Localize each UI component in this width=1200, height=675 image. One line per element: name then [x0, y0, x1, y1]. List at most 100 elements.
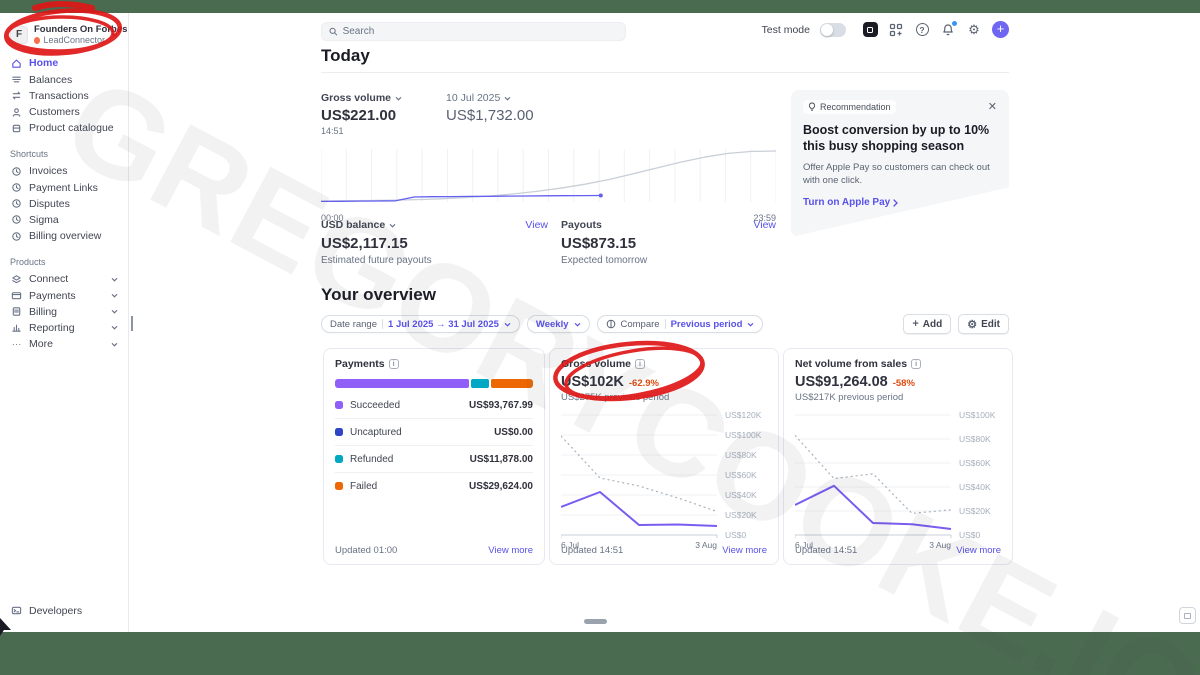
sidebar-item-label: Developers [29, 604, 83, 617]
view-more-link[interactable]: View more [722, 545, 767, 556]
gross-volume-card: Gross volume i US$102K -62.9% US$275K pr… [549, 348, 779, 565]
row-value: US$93,767.99 [469, 399, 533, 411]
status-dot [335, 482, 343, 490]
gross-volume-label-row[interactable]: Gross volume [321, 92, 402, 104]
svg-text:US$20K: US$20K [725, 510, 757, 520]
usd-balance-value: US$2,117.15 [321, 235, 408, 252]
customers-icon [10, 106, 22, 118]
command-palette-icon[interactable] [862, 22, 878, 38]
sidebar-item-payment-links[interactable]: Payment Links [8, 180, 120, 196]
gross-volume-weekly-chart: US$120K US$100K US$80K US$60K US$40K US$20K US… [561, 410, 762, 550]
help-icon[interactable]: ? [914, 22, 930, 38]
row-value: US$29,624.00 [469, 480, 533, 492]
sidebar-item-reporting[interactable]: Reporting [8, 320, 120, 336]
sidebar-item-more[interactable]: More [8, 336, 120, 352]
info-icon[interactable]: i [911, 359, 922, 369]
test-mode-toggle[interactable] [820, 22, 846, 37]
billing-icon [10, 306, 22, 318]
svg-text:US$120K: US$120K [725, 410, 762, 420]
sidebar-item-billing[interactable]: Billing [8, 304, 120, 320]
sidebar-item-transactions[interactable]: Transactions [8, 88, 120, 104]
sidebar-item-payments[interactable]: Payments [8, 287, 120, 303]
row-value: US$11,878.00 [469, 453, 533, 465]
sidebar-item-label: Disputes [29, 197, 70, 210]
notifications-bell-icon[interactable] [940, 20, 957, 38]
shortcuts-section-label: Shortcuts [10, 149, 49, 160]
create-plus-button[interactable]: + [992, 21, 1009, 38]
chevron-down-icon [111, 342, 118, 347]
payments-row-succeeded[interactable]: Succeeded US$93,767.99 [335, 392, 533, 419]
svg-text:US$20K: US$20K [959, 506, 991, 516]
sidebar-item-label: Connect [29, 273, 69, 286]
sidebar-item-label: Home [29, 57, 59, 70]
chevron-down-icon [111, 326, 118, 331]
today-heading: Today [321, 46, 370, 65]
home-icon [10, 57, 22, 69]
view-more-link[interactable]: View more [488, 545, 533, 556]
horizontal-scrollbar-thumb[interactable] [584, 619, 607, 624]
account-name: Founders On Forbes [34, 24, 128, 35]
clock-icon [10, 198, 22, 210]
sidebar-item-label: Billing overview [29, 230, 102, 243]
row-label: Uncaptured [350, 426, 402, 438]
sidebar-item-customers[interactable]: Customers [8, 104, 120, 120]
row-label: Refunded [350, 453, 394, 465]
date-range-value: 1 Jul 2025 → 31 Jul 2025 [388, 318, 499, 330]
svg-text:US$60K: US$60K [959, 458, 991, 468]
clock-icon [10, 182, 22, 194]
edit-button[interactable]: ⚙ Edit [958, 314, 1009, 334]
sidebar-item-connect[interactable]: Connect [8, 271, 120, 287]
sidebar-item-balances[interactable]: Balances [8, 72, 120, 88]
today-metrics: Gross volume US$221.00 14:51 10 Jul 2025… [321, 92, 534, 136]
gross-volume-card-title: Gross volume [561, 358, 632, 370]
sidebar-item-sigma[interactable]: Sigma [8, 212, 120, 228]
info-icon[interactable]: i [635, 359, 646, 369]
close-icon[interactable]: ✕ [988, 101, 997, 113]
search-input[interactable] [342, 26, 618, 37]
sidebar-item-developers[interactable]: Developers [8, 603, 120, 619]
recommendation-body: Offer Apple Pay so customers can check o… [803, 161, 990, 186]
status-dot [335, 428, 343, 436]
granularity-filter[interactable]: Weekly [526, 315, 590, 333]
sidebar-item-billing-overview[interactable]: Billing overview [8, 228, 120, 244]
svg-text:US$80K: US$80K [725, 450, 757, 460]
gross-volume-value: US$221.00 [321, 107, 397, 124]
global-search[interactable] [321, 22, 626, 41]
sidebar-item-disputes[interactable]: Disputes [8, 196, 120, 212]
chevron-down-icon[interactable] [389, 222, 396, 229]
svg-text:US$80K: US$80K [959, 434, 991, 444]
account-switcher[interactable]: F Founders On Forbes LeadConnector [8, 22, 128, 55]
payouts-view-link[interactable]: View [753, 219, 776, 231]
sidebar-item-home[interactable]: Home [8, 55, 120, 71]
connect-icon [10, 273, 22, 285]
topbar-actions: Test mode ? ⚙ + [762, 20, 1009, 38]
sidebar-item-invoices[interactable]: Invoices [8, 163, 120, 179]
picture-in-picture-icon[interactable] [1179, 607, 1196, 624]
sidebar-scrollbar-thumb[interactable] [131, 316, 133, 331]
chevron-down-icon [748, 322, 754, 327]
apps-grid-icon[interactable] [888, 22, 904, 38]
gross-volume-delta: -62.9% [628, 378, 659, 389]
turn-on-apple-pay-link[interactable]: Turn on Apple Pay [803, 197, 997, 208]
svg-text:US$40K: US$40K [959, 482, 991, 492]
previous-period-text: US$275K previous period [561, 392, 670, 403]
view-more-link[interactable]: View more [956, 545, 1001, 556]
usd-balance-view-link[interactable]: View [525, 219, 548, 231]
info-icon[interactable]: i [388, 359, 399, 369]
payments-row-failed[interactable]: Failed US$29,624.00 [335, 473, 533, 499]
settings-gear-icon[interactable]: ⚙ [966, 22, 982, 38]
chevron-down-icon [111, 33, 118, 37]
svg-text:US$40K: US$40K [725, 490, 757, 500]
edit-gear-icon: ⚙ [967, 318, 978, 331]
net-volume-amount: US$91,264.08 [795, 374, 888, 390]
date-range-filter[interactable]: Date range 1 Jul 2025 → 31 Jul 2025 [321, 315, 520, 333]
compare-date-row[interactable]: 10 Jul 2025 [446, 92, 534, 104]
add-button[interactable]: + Add [903, 314, 952, 334]
search-icon [329, 27, 338, 36]
compare-filter[interactable]: Compare Previous period [596, 315, 764, 333]
sidebar-item-product-catalogue[interactable]: Product catalogue [8, 120, 120, 136]
payments-row-uncaptured[interactable]: Uncaptured US$0.00 [335, 419, 533, 446]
payments-row-refunded[interactable]: Refunded US$11,878.00 [335, 446, 533, 473]
clock-icon [10, 214, 22, 226]
gross-volume-amount: US$102K [561, 374, 624, 390]
